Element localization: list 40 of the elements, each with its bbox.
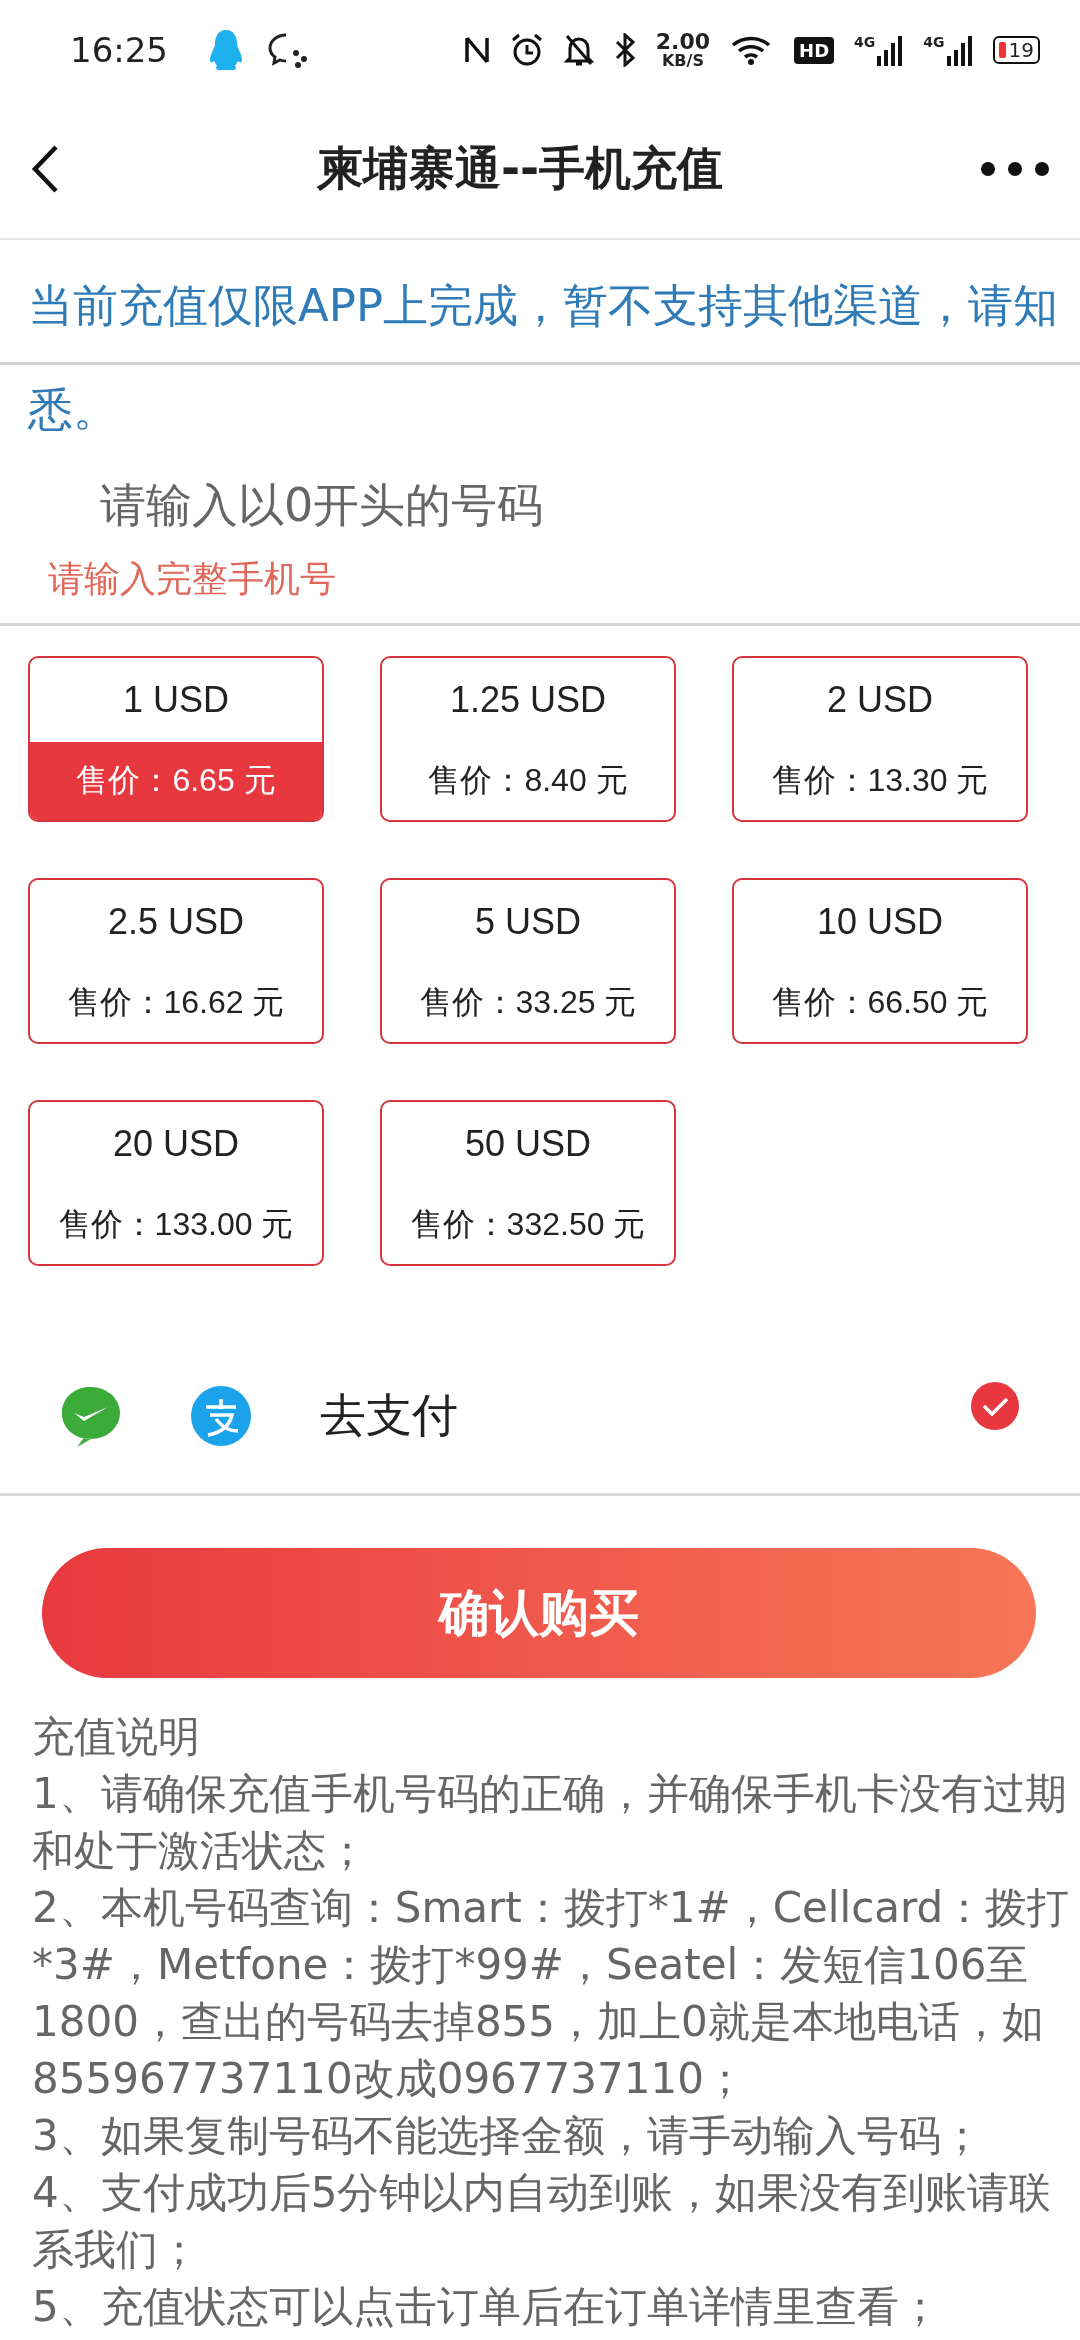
instruction-text: 2、本机号码查询：Smart：拨打*1#，Cellcard：拨打*3#，Metfone：拨打*99#，Seatel：发短信106至1800，查出的号码去掉855，加上0就是本地电话，如855967737110改成0967737110； xyxy=(32,1882,1070,2105)
package-option[interactable]: 50 USD 售价：332.50 元 xyxy=(380,1100,676,1266)
muted-bell-icon xyxy=(563,33,594,67)
page-title: 柬埔寨通--手机充值 xyxy=(316,140,724,197)
alarm-icon xyxy=(509,33,544,67)
package-option[interactable]: 2.5 USD 售价：16.62 元 xyxy=(28,878,324,1044)
network-speed: 2.00 xyxy=(655,31,711,53)
wallet-icon[interactable] xyxy=(190,1384,252,1447)
speed-unit: KB/S xyxy=(661,53,704,69)
package-option[interactable]: 10 USD 售价：66.50 元 xyxy=(732,878,1028,1044)
hd-badge: HD xyxy=(794,36,835,64)
package-option[interactable]: 1 USD 售价：6.65 元 xyxy=(28,656,324,822)
battery-fill-icon xyxy=(998,42,1006,58)
nfc-icon xyxy=(463,34,490,66)
phone-input[interactable]: 请输入以0开头的号码 xyxy=(100,470,1000,540)
payment-label: 去支付 xyxy=(320,1386,458,1444)
network-type: 4G xyxy=(923,34,945,50)
instructions-title: 充值说明 xyxy=(32,1711,201,1763)
instruction-text: 5、充值状态可以点击订单后在订单详情里查看； xyxy=(32,2281,942,2333)
instruction-text: 1、请确保充值手机号码的正确，并确保手机卡没有过期和处于激活状态； xyxy=(32,1768,1068,1877)
clock: 16:25 xyxy=(70,30,168,70)
package-option[interactable]: 1.25 USD 售价：8.40 元 xyxy=(380,656,676,822)
instruction-text: 4、支付成功后5分钟以内自动到账，如果没有到账请联系我们； xyxy=(32,2167,1053,2276)
package-option[interactable]: 5 USD 售价：33.25 元 xyxy=(380,878,676,1044)
network-type: 4G xyxy=(854,34,876,50)
error-message: 请输入完整手机号 xyxy=(48,557,337,601)
bluetooth-icon xyxy=(613,33,636,67)
package-option[interactable]: 20 USD 售价：133.00 元 xyxy=(28,1100,324,1266)
check-icon[interactable] xyxy=(970,1380,1020,1431)
battery-level: 19 xyxy=(1008,38,1034,62)
back-icon[interactable] xyxy=(30,144,60,194)
chat-icon xyxy=(266,31,310,69)
instruction-text: 3、如果复制号码不能选择金额，请手动输入号码； xyxy=(32,2110,984,2162)
package-option[interactable]: 2 USD 售价：13.30 元 xyxy=(732,656,1028,822)
more-icon[interactable] xyxy=(980,161,1050,177)
penguin-icon xyxy=(208,28,244,72)
chat-check-icon[interactable] xyxy=(60,1384,122,1447)
signal-icon xyxy=(877,34,904,66)
notice-text: 当前充值仅限APP上完成，暂不支持其他渠道，请知悉。 xyxy=(27,278,1060,438)
signal-icon xyxy=(946,34,973,66)
